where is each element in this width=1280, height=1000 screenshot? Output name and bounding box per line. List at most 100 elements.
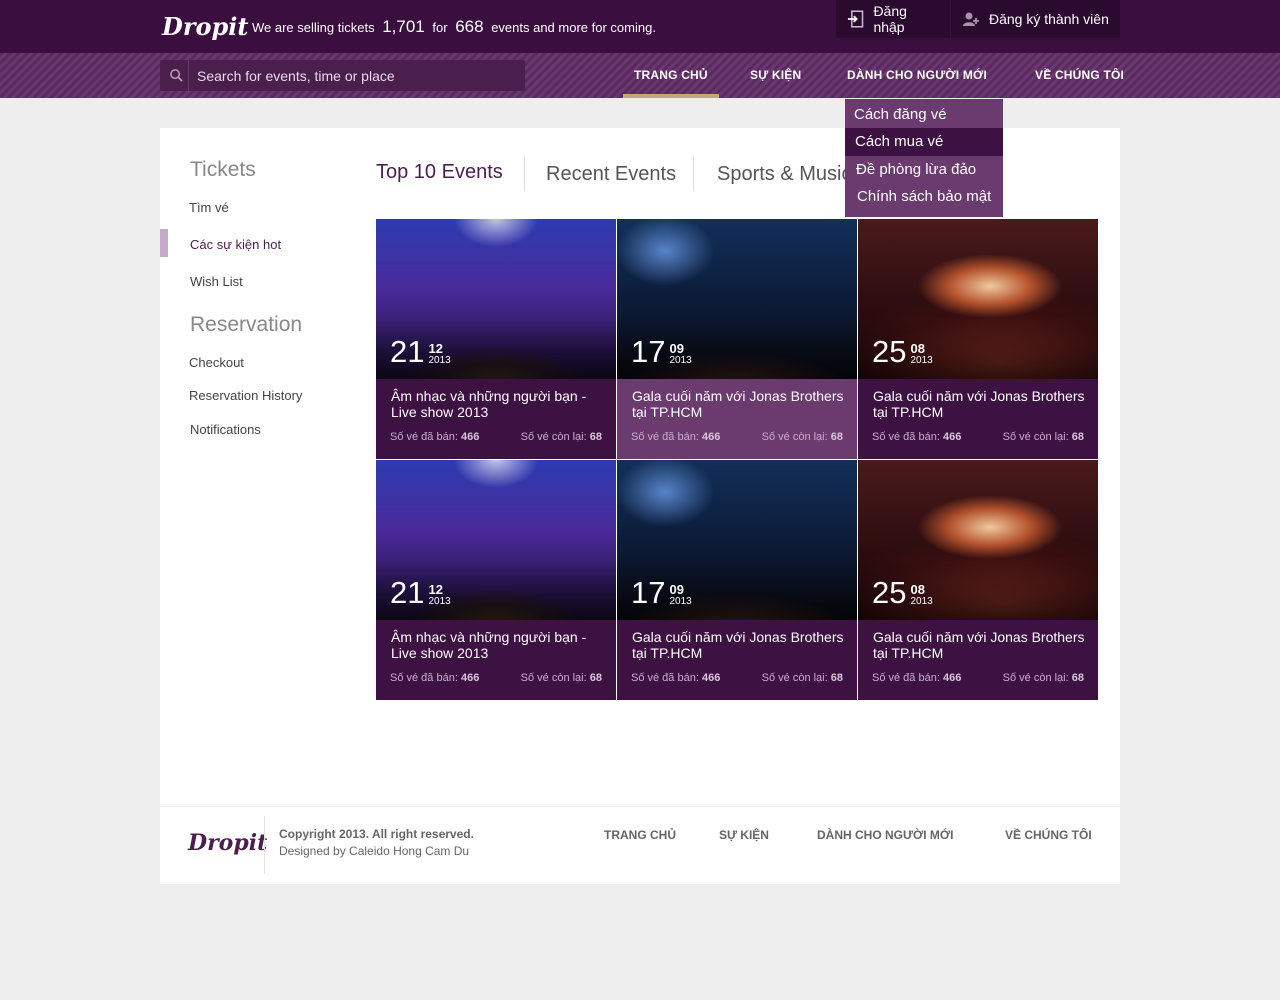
- event-month-year: 08 2013: [910, 582, 933, 608]
- login-door-icon: [847, 10, 864, 28]
- event-title[interactable]: Âm nhạc và những người bạn - Live show 2…: [391, 388, 606, 420]
- tickets-sold-value: 466: [701, 672, 721, 684]
- nav-dropdown-menu: Cách đăng vé Cách mua vé Đề phòng lừa đả…: [845, 99, 1003, 217]
- tagline-pre: We are selling tickets: [252, 20, 375, 35]
- event-month-year: 09 2013: [669, 583, 691, 608]
- sidebar-item-notifications[interactable]: Notifications: [190, 422, 261, 437]
- search-input[interactable]: [188, 60, 518, 91]
- tagline-post: events and more for coming.: [491, 20, 656, 35]
- tickets-sold-label: Số vé đã bán:: [872, 672, 940, 684]
- tickets-left-label: Số vé còn lại:: [1002, 672, 1069, 684]
- event-year: 2013: [428, 355, 451, 366]
- sidebar-heading-reservation: Reservation: [190, 313, 303, 336]
- tickets-sold: Số vé đã bán: 466: [631, 431, 720, 443]
- sidebar-item-hot-events[interactable]: Các sự kiện hot: [190, 237, 281, 252]
- event-card[interactable]: 25 08 2013 Gala cuối năm với Jonas Brothers…: [858, 219, 1098, 459]
- event-month-year: 12 2013: [428, 342, 451, 367]
- event-image[interactable]: 17 09 2013: [617, 460, 857, 620]
- event-image[interactable]: 25 08 2013: [858, 219, 1098, 379]
- event-date: 17 09 2013: [631, 336, 692, 367]
- dropdown-item-de-phong-lua-dao[interactable]: Đề phòng lừa đảo: [845, 156, 1003, 184]
- event-year: 2013: [669, 355, 692, 366]
- nav-su-kien[interactable]: SỰ KIỆN: [750, 53, 801, 98]
- login-label: Đăng nhập: [873, 3, 907, 35]
- tab-sports-music[interactable]: Sports & Music: [717, 163, 851, 186]
- tab-divider: [693, 156, 694, 191]
- event-image[interactable]: 21 12 2013: [376, 460, 616, 620]
- footer-link-danh-cho-nguoi-moi[interactable]: DÀNH CHO NGƯỜI MỚI: [817, 828, 953, 842]
- tab-top-10-events[interactable]: Top 10 Events: [376, 161, 503, 184]
- sidebar-item-checkout[interactable]: Checkout: [189, 355, 244, 370]
- sidebar-item-wish-list[interactable]: Wish List: [190, 274, 243, 289]
- event-image[interactable]: 17 09 2013: [617, 219, 857, 379]
- footer-copyright: Copyright 2013. All right reserved.: [279, 827, 474, 841]
- event-stats: Số vé đã bán: 466 Số vé còn lại: 68: [390, 431, 602, 443]
- tickets-count: 1,701: [382, 17, 425, 36]
- event-info: Âm nhạc và những người bạn - Live show 2…: [376, 620, 616, 700]
- event-card[interactable]: 25 08 2013 Gala cuối năm với Jonas Brothers…: [858, 460, 1098, 700]
- tagline-mid: for: [432, 20, 448, 35]
- dropdown-item-cach-dang-ve[interactable]: Cách đăng vé: [845, 101, 1003, 129]
- tickets-sold-value: 466: [942, 431, 962, 443]
- event-image[interactable]: 25 08 2013: [858, 460, 1098, 620]
- footer-logo[interactable]: Dropit: [188, 830, 267, 856]
- tickets-sold-label: Số vé đã bán:: [872, 431, 940, 443]
- sidebar-heading-tickets: Tickets: [190, 158, 256, 181]
- register-button[interactable]: Đăng ký thành viên: [951, 0, 1120, 38]
- nav-danh-cho-nguoi-moi[interactable]: DÀNH CHO NGƯỜI MỚI: [847, 53, 987, 98]
- dropdown-item-chinh-sach-bao-mat[interactable]: Chính sách bảo mật: [845, 183, 1003, 211]
- event-card[interactable]: 21 12 2013 Âm nhạc và những người bạn - Liv…: [376, 460, 616, 700]
- sidebar-active-indicator: [160, 229, 168, 257]
- tickets-left-value: 68: [589, 431, 602, 443]
- tickets-sold-value: 466: [460, 431, 480, 443]
- event-title[interactable]: Gala cuối năm với Jonas Brothers tại TP.…: [873, 629, 1088, 661]
- tab-divider: [524, 156, 525, 191]
- register-label: Đăng ký thành viên: [989, 11, 1109, 27]
- event-title[interactable]: Gala cuối năm với Jonas Brothers tại TP.…: [632, 629, 847, 661]
- event-info: Gala cuối năm với Jonas Brothers tại TP.…: [617, 620, 857, 700]
- tickets-sold-value: 466: [701, 431, 721, 443]
- event-day: 25: [872, 334, 907, 369]
- tab-recent-events[interactable]: Recent Events: [546, 163, 676, 186]
- event-title[interactable]: Gala cuối năm với Jonas Brothers tại TP.…: [632, 388, 847, 420]
- top-bar: Dropit We are selling tickets 1,701 for …: [0, 0, 1280, 53]
- event-image[interactable]: 21 12 2013: [376, 219, 616, 379]
- event-card[interactable]: 21 12 2013 Âm nhạc và những người bạn - Liv…: [376, 219, 616, 459]
- search-box: [160, 60, 525, 91]
- tickets-left: Số vé còn lại: 68: [521, 672, 602, 684]
- event-year: 2013: [910, 596, 933, 607]
- event-info: Gala cuối năm với Jonas Brothers tại TP.…: [858, 620, 1098, 700]
- tickets-left: Số vé còn lại: 68: [1003, 431, 1084, 443]
- tickets-left-label: Số vé còn lại:: [1002, 431, 1069, 443]
- footer-link-ve-chung-toi[interactable]: VỀ CHÚNG TÔI: [1005, 828, 1092, 842]
- event-title[interactable]: Âm nhạc và những người bạn - Live show 2…: [391, 629, 606, 661]
- tickets-sold: Số vé đã bán: 466: [390, 672, 479, 684]
- site-logo[interactable]: Dropit: [162, 12, 248, 41]
- login-button[interactable]: Đăng nhập: [836, 0, 950, 38]
- sidebar-item-reservation-history[interactable]: Reservation History: [189, 388, 302, 403]
- main-navbar: TRANG CHỦ SỰ KIỆN DÀNH CHO NGƯỜI MỚI VỀ …: [0, 53, 1280, 98]
- nav-trang-chu[interactable]: TRANG CHỦ: [623, 53, 719, 98]
- tickets-sold: Số vé đã bán: 466: [872, 431, 961, 443]
- event-month: 08: [910, 582, 925, 597]
- event-day: 17: [631, 575, 666, 610]
- footer-link-su-kien[interactable]: SỰ KIỆN: [719, 828, 769, 842]
- nav-ve-chung-toi[interactable]: VỀ CHÚNG TÔI: [1035, 53, 1124, 98]
- event-card[interactable]: 17 09 2013 Gala cuối năm với Jonas Brothers…: [617, 219, 857, 459]
- tickets-sold: Số vé đã bán: 466: [631, 672, 720, 684]
- tickets-left: Số vé còn lại: 68: [521, 431, 602, 443]
- tickets-sold: Số vé đã bán: 466: [390, 431, 479, 443]
- tickets-sold-value: 466: [460, 672, 480, 684]
- event-stats: Số vé đã bán: 466 Số vé còn lại: 68: [390, 672, 602, 684]
- footer-divider-vertical: [264, 816, 265, 874]
- tickets-left-label: Số vé còn lại:: [520, 431, 587, 443]
- dropdown-item-cach-mua-ve[interactable]: Cách mua vé: [845, 128, 1003, 156]
- sidebar-item-tim-ve[interactable]: Tìm vé: [189, 200, 229, 215]
- event-date: 17 09 2013: [631, 575, 692, 610]
- event-info: Gala cuối năm với Jonas Brothers tại TP.…: [617, 379, 857, 459]
- footer-link-trang-chu[interactable]: TRANG CHỦ: [604, 828, 676, 842]
- tickets-sold-value: 466: [942, 672, 962, 684]
- event-title[interactable]: Gala cuối năm với Jonas Brothers tại TP.…: [873, 388, 1088, 420]
- event-card[interactable]: 17 09 2013 Gala cuối năm với Jonas Brothers…: [617, 460, 857, 700]
- event-month: 08: [910, 341, 925, 356]
